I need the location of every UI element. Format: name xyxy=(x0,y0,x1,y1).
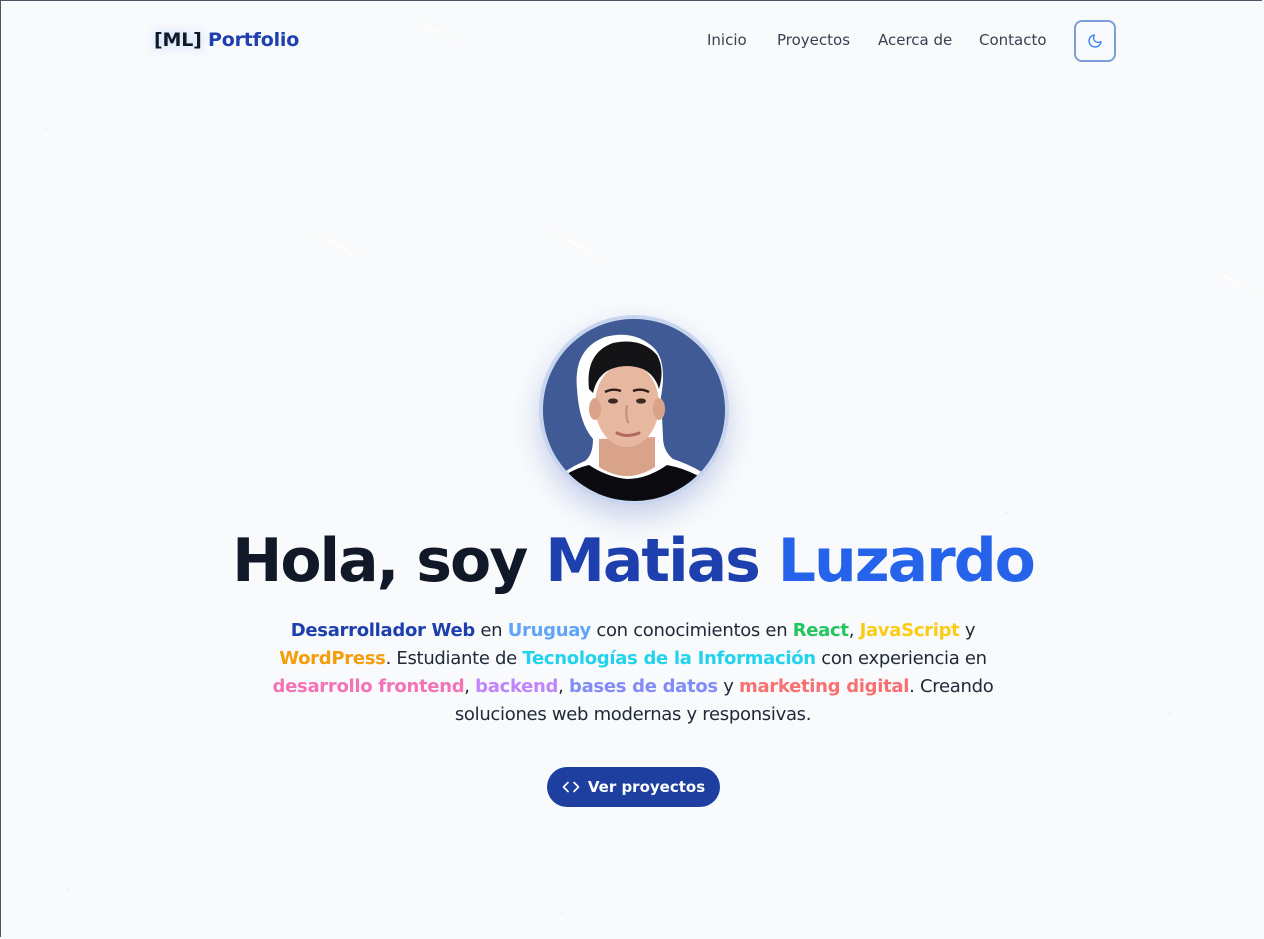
decorative-streak xyxy=(300,223,380,270)
brand-logo[interactable]: [ML] Portfolio xyxy=(154,29,299,51)
hero-last-name: Luzardo xyxy=(777,526,1036,596)
desc-skill-databases: bases de datos xyxy=(568,676,718,697)
desc-tech-javascript: JavaScript xyxy=(859,620,960,641)
desc-text: con conocimientos en xyxy=(596,620,788,641)
page-background: [ML] Portfolio Inicio Proyectos Acerca d… xyxy=(0,0,1262,937)
desc-skill-frontend: desarrollo frontend xyxy=(272,676,465,697)
moon-icon xyxy=(1088,34,1102,48)
desc-text: . xyxy=(385,648,392,669)
desc-text: y xyxy=(964,620,976,641)
decorative-streak xyxy=(1200,259,1261,299)
view-projects-button[interactable]: Ver proyectos xyxy=(547,767,720,807)
desc-text: , xyxy=(558,676,564,697)
desc-skill-marketing: marketing digital xyxy=(739,676,910,697)
avatar-ring xyxy=(539,315,729,505)
nav-link-proyectos[interactable]: Proyectos xyxy=(777,31,850,49)
desc-field: Tecnologías de la Información xyxy=(522,648,816,669)
desc-text: con experiencia en xyxy=(821,648,987,669)
brand-name: Portfolio xyxy=(208,29,300,51)
desc-skill-backend: backend xyxy=(475,676,559,697)
decorative-dot xyxy=(1005,511,1008,514)
nav-link-contacto[interactable]: Contacto xyxy=(979,31,1047,49)
decorative-streak xyxy=(540,223,616,268)
desc-tech-wordpress: WordPress xyxy=(279,648,386,669)
site-header: [ML] Portfolio Inicio Proyectos Acerca d… xyxy=(1,1,1262,83)
avatar xyxy=(543,319,725,501)
decorative-dot xyxy=(561,911,564,914)
theme-toggle-button[interactable] xyxy=(1074,20,1116,62)
hero-heading: Hola, soy Matias Luzardo xyxy=(1,526,1262,596)
decorative-dot xyxy=(67,887,70,890)
hero-greeting: Hola, soy xyxy=(232,526,528,596)
brand-initials: [ML] xyxy=(154,29,202,51)
view-projects-label: Ver proyectos xyxy=(587,778,706,796)
decorative-dot xyxy=(1168,712,1171,715)
desc-text: , xyxy=(848,620,855,641)
hero-description: Desarrollador Web en Uruguay con conocim… xyxy=(233,617,1033,729)
desc-text: Estudiante de xyxy=(396,648,517,669)
code-icon xyxy=(562,781,580,793)
desc-text: , xyxy=(464,676,470,697)
desc-tech-react: React xyxy=(792,620,849,641)
hero-first-name: Matias xyxy=(545,526,761,596)
profile-photo xyxy=(543,319,725,501)
decorative-dot xyxy=(44,127,47,130)
desc-role: Desarrollador Web xyxy=(290,620,476,641)
desc-country: Uruguay xyxy=(507,620,592,641)
desc-text: en xyxy=(480,620,503,641)
nav-link-acerca[interactable]: Acerca de xyxy=(878,31,952,49)
nav-link-inicio[interactable]: Inicio xyxy=(707,31,747,49)
desc-text: y xyxy=(723,676,734,697)
